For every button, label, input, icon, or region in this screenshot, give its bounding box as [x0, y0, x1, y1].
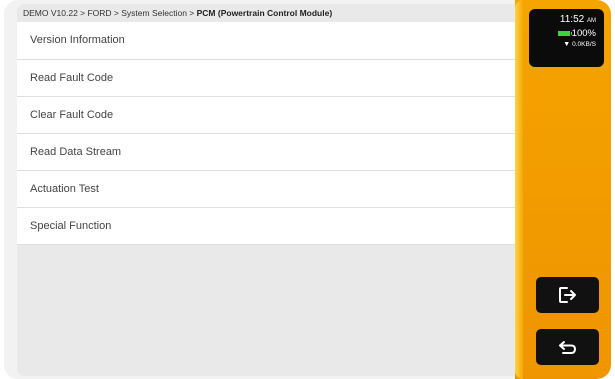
exit-icon: [558, 287, 576, 303]
breadcrumb: DEMO V10.22 > FORD > System Selection > …: [17, 4, 515, 22]
status-panel: 11:52 AM 100% ▼ 0.0KB/S: [529, 9, 604, 67]
wifi-icon: ▼: [563, 41, 571, 48]
main-screen: DEMO V10.22 > FORD > System Selection > …: [17, 4, 515, 376]
tablet-frame: DEMO V10.22 > FORD > System Selection > …: [4, 0, 611, 379]
menu-item-clear-fault-code[interactable]: Clear Fault Code: [17, 97, 515, 134]
exit-button[interactable]: [536, 277, 599, 313]
menu-item-actuation-test[interactable]: Actuation Test: [17, 171, 515, 208]
sidebar-edge: [515, 0, 523, 379]
right-sidebar: 11:52 AM 100% ▼ 0.0KB/S: [515, 0, 611, 379]
battery-icon: [557, 30, 572, 36]
battery-status: 100%: [529, 28, 596, 40]
clock-ampm: AM: [587, 18, 596, 24]
clock: 11:52 AM: [529, 14, 596, 27]
breadcrumb-path: DEMO V10.22 > FORD > System Selection >: [23, 8, 197, 18]
menu-item-version-information[interactable]: Version Information: [17, 22, 515, 60]
battery-level: 100%: [571, 28, 596, 39]
breadcrumb-current: PCM (Powertrain Control Module): [196, 8, 333, 18]
menu-item-special-function[interactable]: Special Function: [17, 208, 515, 245]
back-button[interactable]: [536, 329, 599, 365]
clock-time: 11:52: [559, 14, 585, 25]
function-menu: Version Information Read Fault Code Clea…: [17, 22, 515, 245]
back-icon: [558, 341, 576, 354]
network-speed: 0.0KB/S: [572, 41, 596, 48]
menu-item-read-fault-code[interactable]: Read Fault Code: [17, 60, 515, 97]
network-status: ▼ 0.0KB/S: [529, 40, 596, 50]
menu-item-read-data-stream[interactable]: Read Data Stream: [17, 134, 515, 171]
